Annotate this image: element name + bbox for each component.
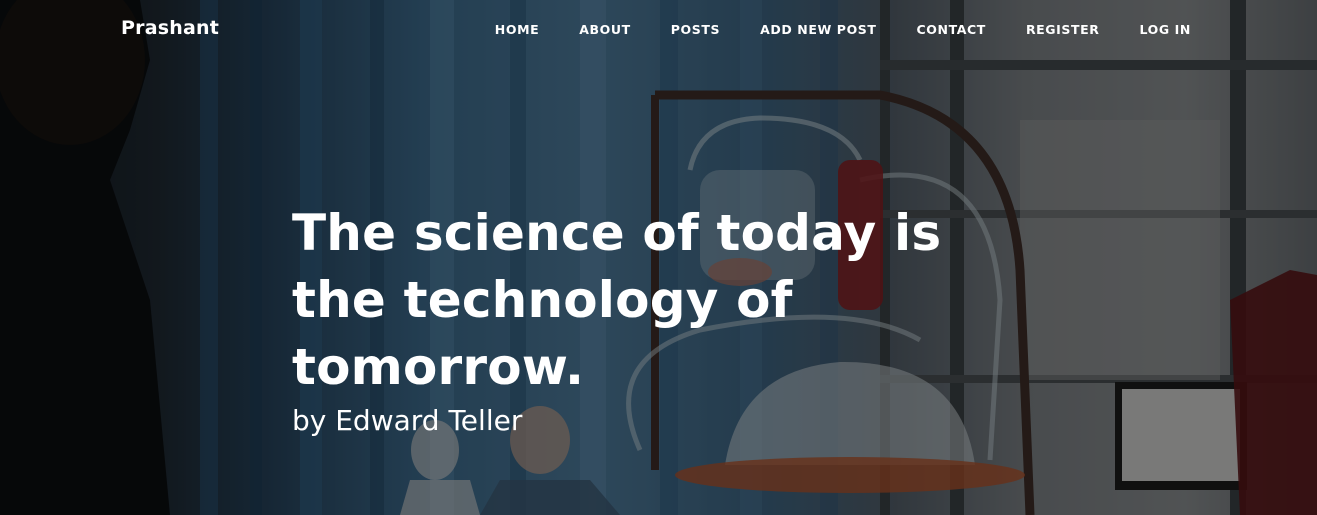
nav-link-add-new-post[interactable]: ADD NEW POST: [720, 22, 876, 37]
hero-quote: The science of today is the technology o…: [292, 204, 942, 396]
site-heading: The science of today is the technology o…: [292, 200, 1012, 439]
nav-item: ADD NEW POST: [720, 22, 876, 37]
nav-item: LOG IN: [1100, 22, 1191, 37]
nav-item: ABOUT: [539, 22, 631, 37]
hero-header: Prashant HOME ABOUT POSTS ADD NEW POST C…: [0, 0, 1317, 515]
nav-item: CONTACT: [877, 22, 986, 37]
nav-item: HOME: [455, 22, 539, 37]
main-navigation: HOME ABOUT POSTS ADD NEW POST CONTACT RE…: [455, 22, 1191, 37]
nav-link-about[interactable]: ABOUT: [539, 22, 631, 37]
nav-item: POSTS: [631, 22, 720, 37]
nav-link-home[interactable]: HOME: [455, 22, 539, 37]
nav-link-register[interactable]: REGISTER: [986, 22, 1100, 37]
nav-link-posts[interactable]: POSTS: [631, 22, 720, 37]
nav-link-contact[interactable]: CONTACT: [877, 22, 986, 37]
hero-quote-author: by Edward Teller: [292, 404, 523, 437]
nav-link-log-in[interactable]: LOG IN: [1100, 22, 1191, 37]
nav-item: REGISTER: [986, 22, 1100, 37]
brand-logo-link[interactable]: Prashant: [121, 17, 219, 39]
